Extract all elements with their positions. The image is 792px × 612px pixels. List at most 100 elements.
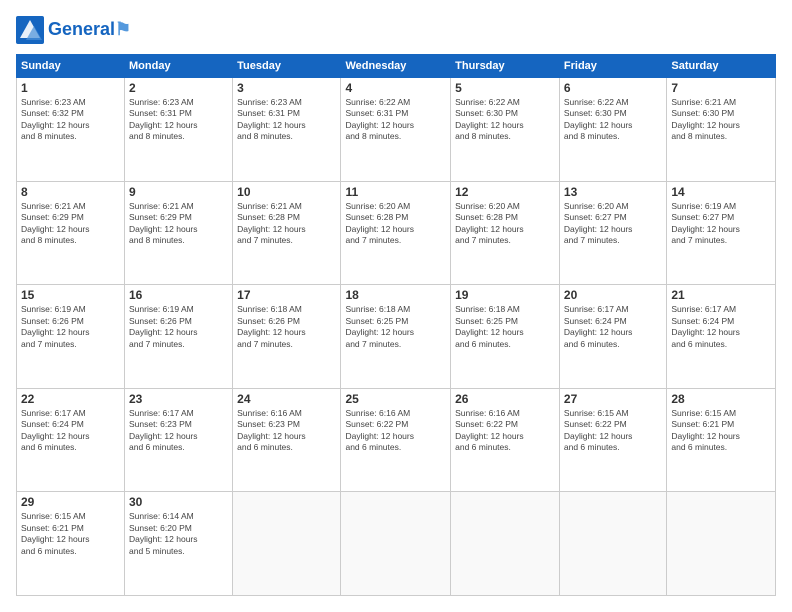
day-info: Sunrise: 6:22 AMSunset: 6:30 PMDaylight:… — [455, 97, 555, 143]
day-info: Sunrise: 6:18 AMSunset: 6:25 PMDaylight:… — [345, 304, 446, 350]
day-cell-29: 29 Sunrise: 6:15 AMSunset: 6:21 PMDayligh… — [17, 492, 125, 596]
logo-flag: ⚑ — [115, 19, 131, 39]
day-cell-9: 9 Sunrise: 6:21 AMSunset: 6:29 PMDaylight… — [125, 181, 233, 285]
day-number: 13 — [564, 185, 662, 199]
day-cell-2: 2 Sunrise: 6:23 AMSunset: 6:31 PMDaylight… — [125, 78, 233, 182]
logo: General⚑ — [16, 16, 131, 44]
logo-general: General — [48, 19, 115, 39]
day-info: Sunrise: 6:15 AMSunset: 6:22 PMDaylight:… — [564, 408, 662, 454]
day-cell-8: 8 Sunrise: 6:21 AMSunset: 6:29 PMDaylight… — [17, 181, 125, 285]
day-cell-3: 3 Sunrise: 6:23 AMSunset: 6:31 PMDaylight… — [233, 78, 341, 182]
day-number: 15 — [21, 288, 120, 302]
empty-cell — [451, 492, 560, 596]
day-info: Sunrise: 6:21 AMSunset: 6:29 PMDaylight:… — [129, 201, 228, 247]
day-cell-27: 27 Sunrise: 6:15 AMSunset: 6:22 PMDayligh… — [559, 388, 666, 492]
week-row-1: 1Sunrise: 6:23 AMSunset: 6:32 PMDaylight… — [17, 78, 776, 182]
day-cell-7: 7 Sunrise: 6:21 AMSunset: 6:30 PMDaylight… — [667, 78, 776, 182]
day-number: 9 — [129, 185, 228, 199]
day-info: Sunrise: 6:17 AMSunset: 6:24 PMDaylight:… — [671, 304, 771, 350]
day-info: Sunrise: 6:15 AMSunset: 6:21 PMDaylight:… — [671, 408, 771, 454]
day-info: Sunrise: 6:15 AMSunset: 6:21 PMDaylight:… — [21, 511, 120, 557]
day-info: Sunrise: 6:19 AMSunset: 6:26 PMDaylight:… — [21, 304, 120, 350]
day-cell-10: 10 Sunrise: 6:21 AMSunset: 6:28 PMDayligh… — [233, 181, 341, 285]
day-cell-6: 6Sunrise: 6:22 AMSunset: 6:30 PMDaylight… — [559, 78, 666, 182]
week-row-3: 15 Sunrise: 6:19 AMSunset: 6:26 PMDayligh… — [17, 285, 776, 389]
day-cell-4: 4Sunrise: 6:22 AMSunset: 6:31 PMDaylight… — [341, 78, 451, 182]
day-number: 26 — [455, 392, 555, 406]
day-number: 3 — [237, 81, 336, 95]
day-info: Sunrise: 6:17 AMSunset: 6:23 PMDaylight:… — [129, 408, 228, 454]
day-number: 7 — [671, 81, 771, 95]
day-info: Sunrise: 6:21 AMSunset: 6:30 PMDaylight:… — [671, 97, 771, 143]
column-header-sunday: Sunday — [17, 55, 125, 78]
day-number: 18 — [345, 288, 446, 302]
day-number: 23 — [129, 392, 228, 406]
day-cell-22: 22Sunrise: 6:17 AMSunset: 6:24 PMDayligh… — [17, 388, 125, 492]
column-header-saturday: Saturday — [667, 55, 776, 78]
day-info: Sunrise: 6:16 AMSunset: 6:22 PMDaylight:… — [345, 408, 446, 454]
day-number: 12 — [455, 185, 555, 199]
day-cell-11: 11 Sunrise: 6:20 AMSunset: 6:28 PMDayligh… — [341, 181, 451, 285]
day-cell-19: 19 Sunrise: 6:18 AMSunset: 6:25 PMDayligh… — [451, 285, 560, 389]
day-number: 8 — [21, 185, 120, 199]
empty-cell — [341, 492, 451, 596]
day-cell-13: 13Sunrise: 6:20 AMSunset: 6:27 PMDayligh… — [559, 181, 666, 285]
day-info: Sunrise: 6:19 AMSunset: 6:26 PMDaylight:… — [129, 304, 228, 350]
day-number: 14 — [671, 185, 771, 199]
day-cell-26: 26 Sunrise: 6:16 AMSunset: 6:22 PMDayligh… — [451, 388, 560, 492]
day-info: Sunrise: 6:16 AMSunset: 6:22 PMDaylight:… — [455, 408, 555, 454]
logo-icon — [16, 16, 44, 44]
day-cell-25: 25Sunrise: 6:16 AMSunset: 6:22 PMDayligh… — [341, 388, 451, 492]
day-number: 19 — [455, 288, 555, 302]
day-number: 17 — [237, 288, 336, 302]
column-header-tuesday: Tuesday — [233, 55, 341, 78]
day-number: 24 — [237, 392, 336, 406]
day-cell-17: 17 Sunrise: 6:18 AMSunset: 6:26 PMDayligh… — [233, 285, 341, 389]
day-number: 16 — [129, 288, 228, 302]
day-info: Sunrise: 6:23 AMSunset: 6:31 PMDaylight:… — [237, 97, 336, 143]
day-info: Sunrise: 6:17 AMSunset: 6:24 PMDaylight:… — [564, 304, 662, 350]
day-cell-28: 28 Sunrise: 6:15 AMSunset: 6:21 PMDayligh… — [667, 388, 776, 492]
week-row-4: 22Sunrise: 6:17 AMSunset: 6:24 PMDayligh… — [17, 388, 776, 492]
day-cell-5: 5 Sunrise: 6:22 AMSunset: 6:30 PMDaylight… — [451, 78, 560, 182]
week-row-5: 29 Sunrise: 6:15 AMSunset: 6:21 PMDayligh… — [17, 492, 776, 596]
day-number: 5 — [455, 81, 555, 95]
day-number: 20 — [564, 288, 662, 302]
day-cell-18: 18 Sunrise: 6:18 AMSunset: 6:25 PMDayligh… — [341, 285, 451, 389]
day-info: Sunrise: 6:16 AMSunset: 6:23 PMDaylight:… — [237, 408, 336, 454]
empty-cell — [667, 492, 776, 596]
day-cell-1: 1Sunrise: 6:23 AMSunset: 6:32 PMDaylight… — [17, 78, 125, 182]
page: General⚑ SundayMondayTuesdayWednesdayThu… — [0, 0, 792, 612]
header-row: SundayMondayTuesdayWednesdayThursdayFrid… — [17, 55, 776, 78]
day-info: Sunrise: 6:20 AMSunset: 6:28 PMDaylight:… — [455, 201, 555, 247]
empty-cell — [559, 492, 666, 596]
day-info: Sunrise: 6:21 AMSunset: 6:29 PMDaylight:… — [21, 201, 120, 247]
day-number: 28 — [671, 392, 771, 406]
day-number: 21 — [671, 288, 771, 302]
day-cell-30: 30Sunrise: 6:14 AMSunset: 6:20 PMDayligh… — [125, 492, 233, 596]
day-info: Sunrise: 6:19 AMSunset: 6:27 PMDaylight:… — [671, 201, 771, 247]
day-cell-15: 15 Sunrise: 6:19 AMSunset: 6:26 PMDayligh… — [17, 285, 125, 389]
day-info: Sunrise: 6:18 AMSunset: 6:26 PMDaylight:… — [237, 304, 336, 350]
day-number: 27 — [564, 392, 662, 406]
day-info: Sunrise: 6:22 AMSunset: 6:30 PMDaylight:… — [564, 97, 662, 143]
day-cell-21: 21 Sunrise: 6:17 AMSunset: 6:24 PMDayligh… — [667, 285, 776, 389]
day-info: Sunrise: 6:20 AMSunset: 6:28 PMDaylight:… — [345, 201, 446, 247]
day-info: Sunrise: 6:14 AMSunset: 6:20 PMDaylight:… — [129, 511, 228, 557]
day-number: 11 — [345, 185, 446, 199]
day-info: Sunrise: 6:23 AMSunset: 6:31 PMDaylight:… — [129, 97, 228, 143]
day-number: 2 — [129, 81, 228, 95]
column-header-friday: Friday — [559, 55, 666, 78]
day-cell-14: 14 Sunrise: 6:19 AMSunset: 6:27 PMDayligh… — [667, 181, 776, 285]
day-info: Sunrise: 6:21 AMSunset: 6:28 PMDaylight:… — [237, 201, 336, 247]
day-cell-12: 12 Sunrise: 6:20 AMSunset: 6:28 PMDayligh… — [451, 181, 560, 285]
day-number: 29 — [21, 495, 120, 509]
day-info: Sunrise: 6:18 AMSunset: 6:25 PMDaylight:… — [455, 304, 555, 350]
column-header-monday: Monday — [125, 55, 233, 78]
calendar-header: SundayMondayTuesdayWednesdayThursdayFrid… — [17, 55, 776, 78]
day-number: 4 — [345, 81, 446, 95]
day-number: 10 — [237, 185, 336, 199]
logo-text: General⚑ — [48, 20, 131, 40]
column-header-wednesday: Wednesday — [341, 55, 451, 78]
header: General⚑ — [16, 16, 776, 44]
